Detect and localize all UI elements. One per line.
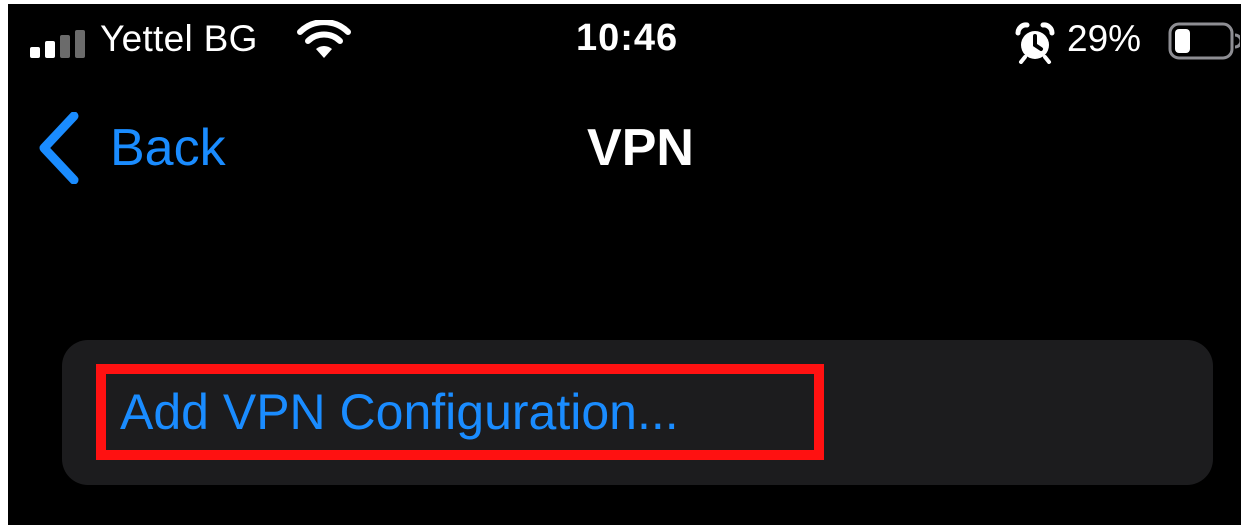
battery-icon: [1168, 22, 1240, 60]
add-vpn-configuration-button[interactable]: Add VPN Configuration...: [96, 364, 824, 460]
carrier-name: Yettel BG: [100, 18, 258, 59]
phone-screen: Yettel BG 10:46 29% Back VPN Add VPN Con…: [8, 4, 1241, 525]
add-vpn-configuration-label: Add VPN Configuration...: [120, 384, 679, 440]
status-bar: Yettel BG 10:46 29%: [8, 4, 1241, 76]
page-title: VPN: [587, 119, 694, 177]
vpn-settings-group: Add VPN Configuration...: [62, 340, 1213, 485]
battery-percent: 29%: [1067, 18, 1142, 59]
signal-bars-icon: [30, 30, 85, 58]
status-time: 10:46: [576, 17, 679, 59]
alarm-clock-icon: [1015, 22, 1055, 64]
wifi-icon: [297, 20, 351, 58]
